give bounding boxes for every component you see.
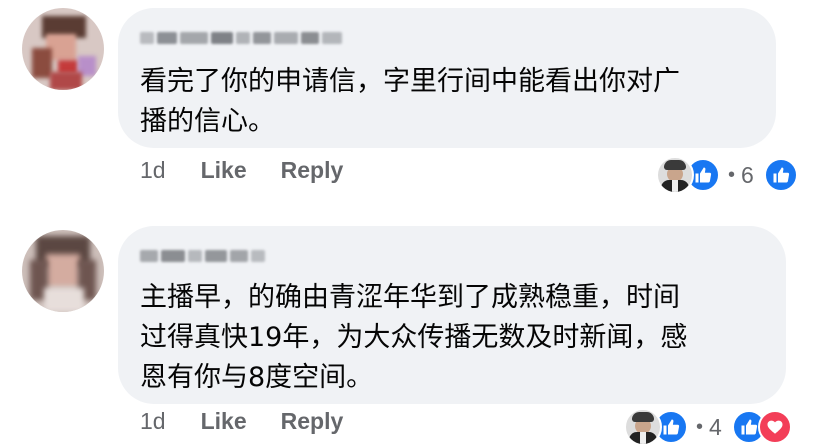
reactor-avatar — [624, 408, 662, 446]
commenter-avatar[interactable] — [22, 8, 104, 90]
like-button[interactable]: Like — [201, 157, 247, 184]
comment-bubble: 主播早，的确由青涩年华到了成熟稳重，时间 过得真快19年，为大众传播无数及时新闻… — [118, 226, 786, 404]
separator-dot: • — [696, 415, 704, 438]
comment-text-line: 看完了你的申请信，字里行间中能看出你对广 — [140, 66, 680, 97]
comment-text-line: 过得真快19年，为大众传播无数及时新闻，感 — [140, 322, 688, 353]
reactor-avatar — [656, 156, 694, 194]
separator-dot: • — [728, 163, 736, 186]
reply-button[interactable]: Reply — [281, 157, 344, 184]
comment-text-line: 主播早，的确由青涩年华到了成熟稳重，时间 — [140, 282, 680, 313]
comment-bubble: 看完了你的申请信，字里行间中能看出你对广 播的信心。 — [118, 8, 776, 148]
comment-text: 看完了你的申请信，字里行间中能看出你对广 播的信心。 — [140, 62, 680, 142]
comment-text: 主播早，的确由青涩年华到了成熟稳重，时间 过得真快19年，为大众传播无数及时新闻… — [140, 278, 687, 398]
comment-text-line: 播的信心。 — [140, 106, 275, 137]
reaction-summary[interactable]: • 6 — [656, 156, 798, 194]
love-icon[interactable] — [757, 410, 792, 444]
comment-timestamp[interactable]: 1d — [140, 157, 166, 184]
like-icon[interactable] — [763, 158, 798, 192]
commenter-name[interactable] — [140, 248, 265, 264]
commenter-name[interactable] — [140, 30, 342, 46]
commenter-avatar[interactable] — [22, 230, 104, 312]
comment-2: 主播早，的确由青涩年华到了成熟稳重，时间 过得真快19年，为大众传播无数及时新闻… — [0, 220, 828, 446]
comment-1: 看完了你的申请信，字里行间中能看出你对广 播的信心。 1d Like Reply… — [0, 0, 828, 220]
like-button[interactable]: Like — [201, 408, 247, 435]
reaction-count: 6 — [741, 161, 754, 188]
comment-actions: 1d Like Reply — [140, 157, 377, 184]
comment-actions: 1d Like Reply — [140, 408, 377, 435]
reaction-summary[interactable]: • 4 — [624, 408, 792, 446]
comment-timestamp[interactable]: 1d — [140, 408, 166, 435]
reply-button[interactable]: Reply — [281, 408, 344, 435]
reaction-count: 4 — [709, 413, 722, 440]
comment-text-line: 恩有你与8度空间。 — [140, 362, 374, 393]
